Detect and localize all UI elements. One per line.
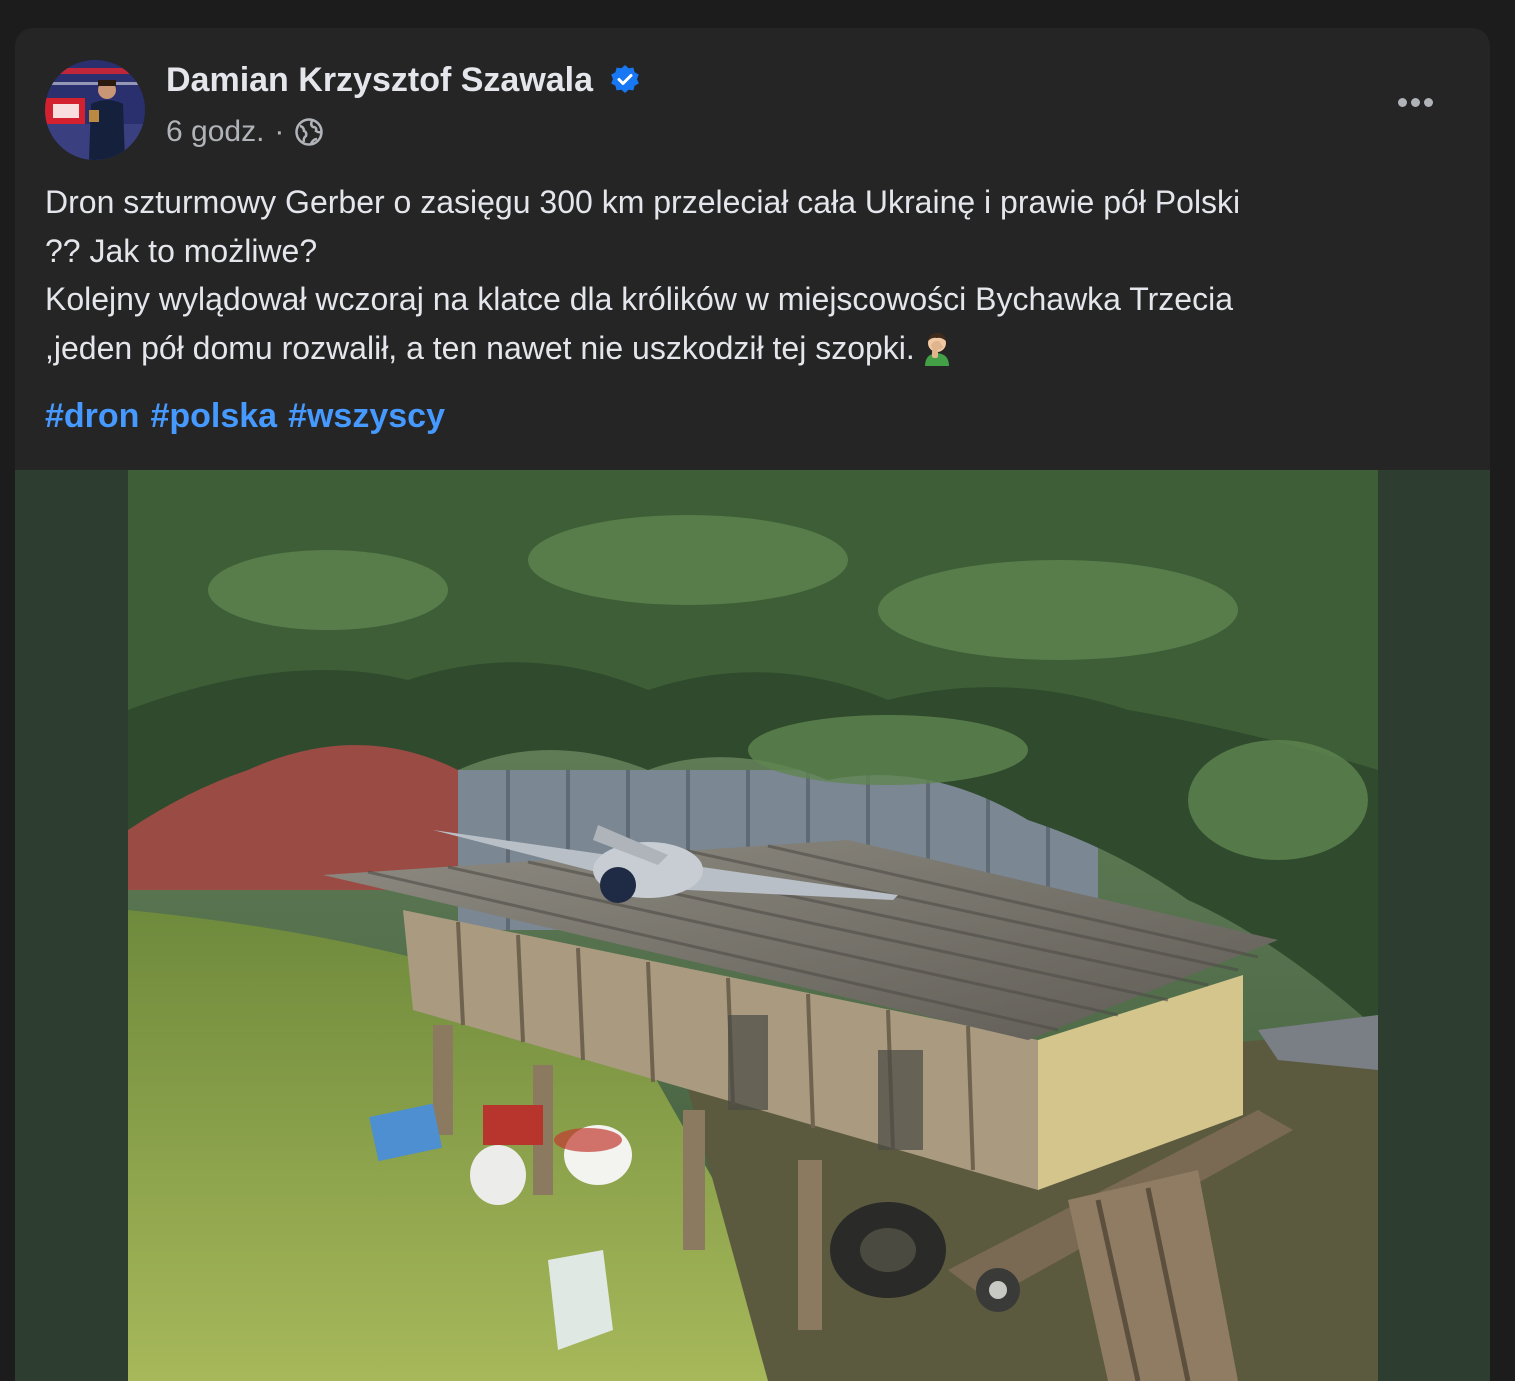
post-text-line: Kolejny wylądował wczoraj na klatce dla … xyxy=(45,281,1233,317)
post-text: Dron szturmowy Gerber o zasięgu 300 km p… xyxy=(45,178,1465,372)
verified-badge-icon xyxy=(609,64,641,96)
avatar-image xyxy=(45,60,145,160)
hashtag-link[interactable]: #polska xyxy=(150,392,277,440)
author-avatar[interactable] xyxy=(45,60,145,160)
hashtag-link[interactable]: #dron xyxy=(45,392,139,440)
post-card: Damian Krzysztof Szawala 6 godz. · Dron … xyxy=(15,28,1490,1381)
hashtags: #dron #polska #wszyscy xyxy=(45,392,445,440)
facepalm-emoji-icon xyxy=(919,330,955,366)
more-options-icon[interactable] xyxy=(1391,84,1439,120)
post-text-line-last: ,jeden pół domu rozwalił, a ten nawet ni… xyxy=(45,324,1465,373)
meta-separator: · xyxy=(274,115,285,148)
post-photo[interactable] xyxy=(128,470,1378,1381)
post-text-line: Dron szturmowy Gerber o zasięgu 300 km p… xyxy=(45,184,1241,220)
post-timestamp[interactable]: 6 godz. xyxy=(166,115,264,149)
post-meta: 6 godz. · xyxy=(166,112,324,152)
author-name[interactable]: Damian Krzysztof Szawala xyxy=(166,61,593,100)
author-name-row: Damian Krzysztof Szawala xyxy=(166,58,641,102)
post-text-line: ?? Jak to możliwe? xyxy=(45,232,318,269)
hashtag-link[interactable]: #wszyscy xyxy=(288,392,445,440)
globe-icon[interactable] xyxy=(294,117,324,147)
post-media[interactable] xyxy=(15,470,1490,1381)
post-text-line: ,jeden pół domu rozwalił, a ten nawet ni… xyxy=(45,329,915,366)
